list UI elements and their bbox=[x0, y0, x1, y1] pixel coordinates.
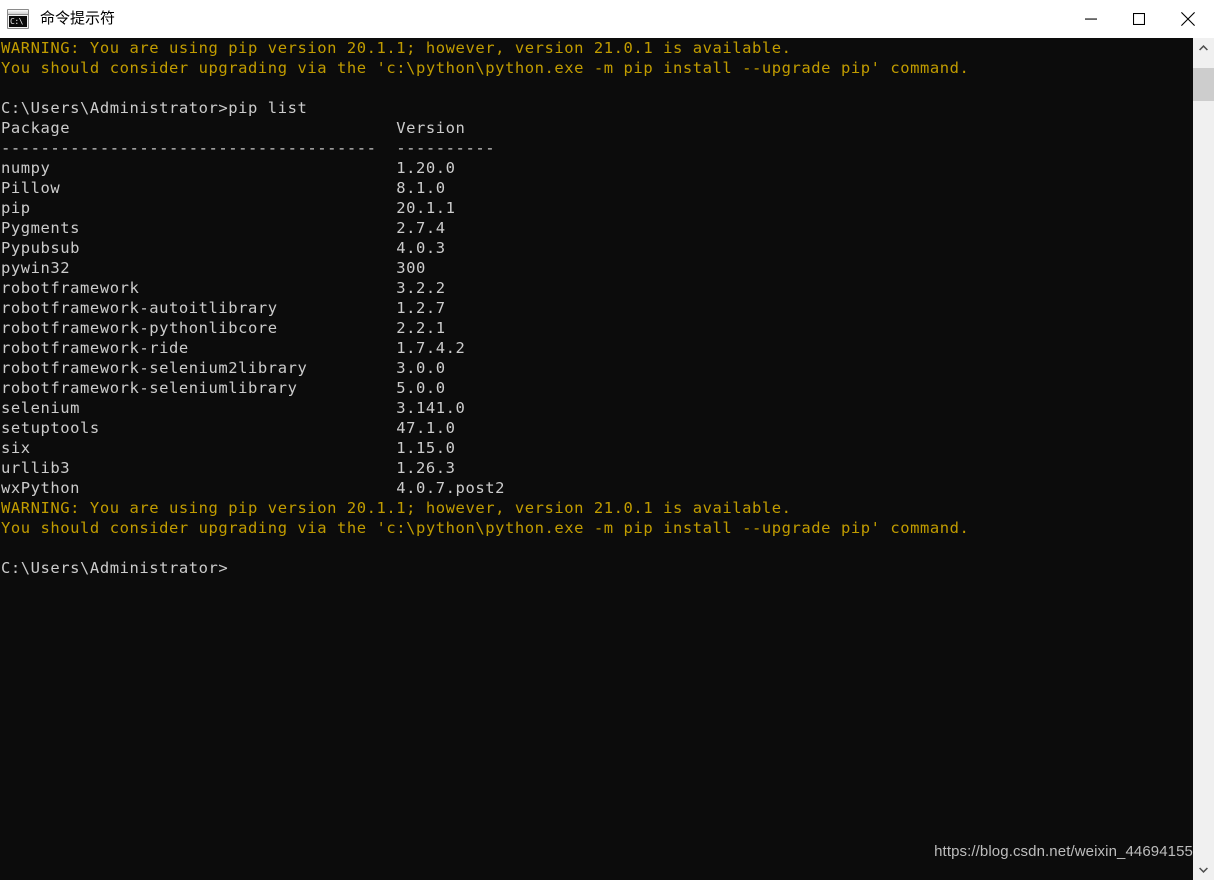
window-controls bbox=[1068, 0, 1214, 38]
maximize-icon bbox=[1133, 13, 1145, 25]
titlebar-left-group: C:\ 命令提示符 bbox=[0, 0, 1068, 38]
command-prompt-window: C:\ 命令提示符 WARNING: You are using pip ver… bbox=[0, 0, 1214, 880]
scroll-up-button[interactable] bbox=[1193, 38, 1214, 58]
maximize-button[interactable] bbox=[1116, 0, 1162, 38]
window-title: 命令提示符 bbox=[40, 10, 116, 27]
close-icon bbox=[1181, 12, 1195, 26]
console-scrollbar[interactable] bbox=[1193, 38, 1214, 880]
cmd-icon: C:\ bbox=[7, 9, 29, 29]
watermark-url: https://blog.csdn.net/weixin_44694155 bbox=[934, 843, 1193, 860]
minimize-button[interactable] bbox=[1068, 0, 1114, 38]
console-output-area[interactable]: WARNING: You are using pip version 20.1.… bbox=[0, 38, 1193, 880]
chevron-up-icon bbox=[1199, 45, 1208, 51]
minimize-icon bbox=[1085, 18, 1097, 20]
cmd-icon-bar bbox=[8, 10, 28, 15]
window-titlebar[interactable]: C:\ 命令提示符 bbox=[0, 0, 1214, 38]
cmd-icon-glyph: C:\ bbox=[9, 16, 27, 27]
chevron-down-icon bbox=[1199, 867, 1208, 873]
console-text: WARNING: You are using pip version 20.1.… bbox=[1, 39, 970, 577]
scroll-down-button[interactable] bbox=[1193, 860, 1214, 880]
close-button[interactable] bbox=[1162, 0, 1214, 38]
scrollbar-thumb[interactable] bbox=[1193, 68, 1214, 101]
